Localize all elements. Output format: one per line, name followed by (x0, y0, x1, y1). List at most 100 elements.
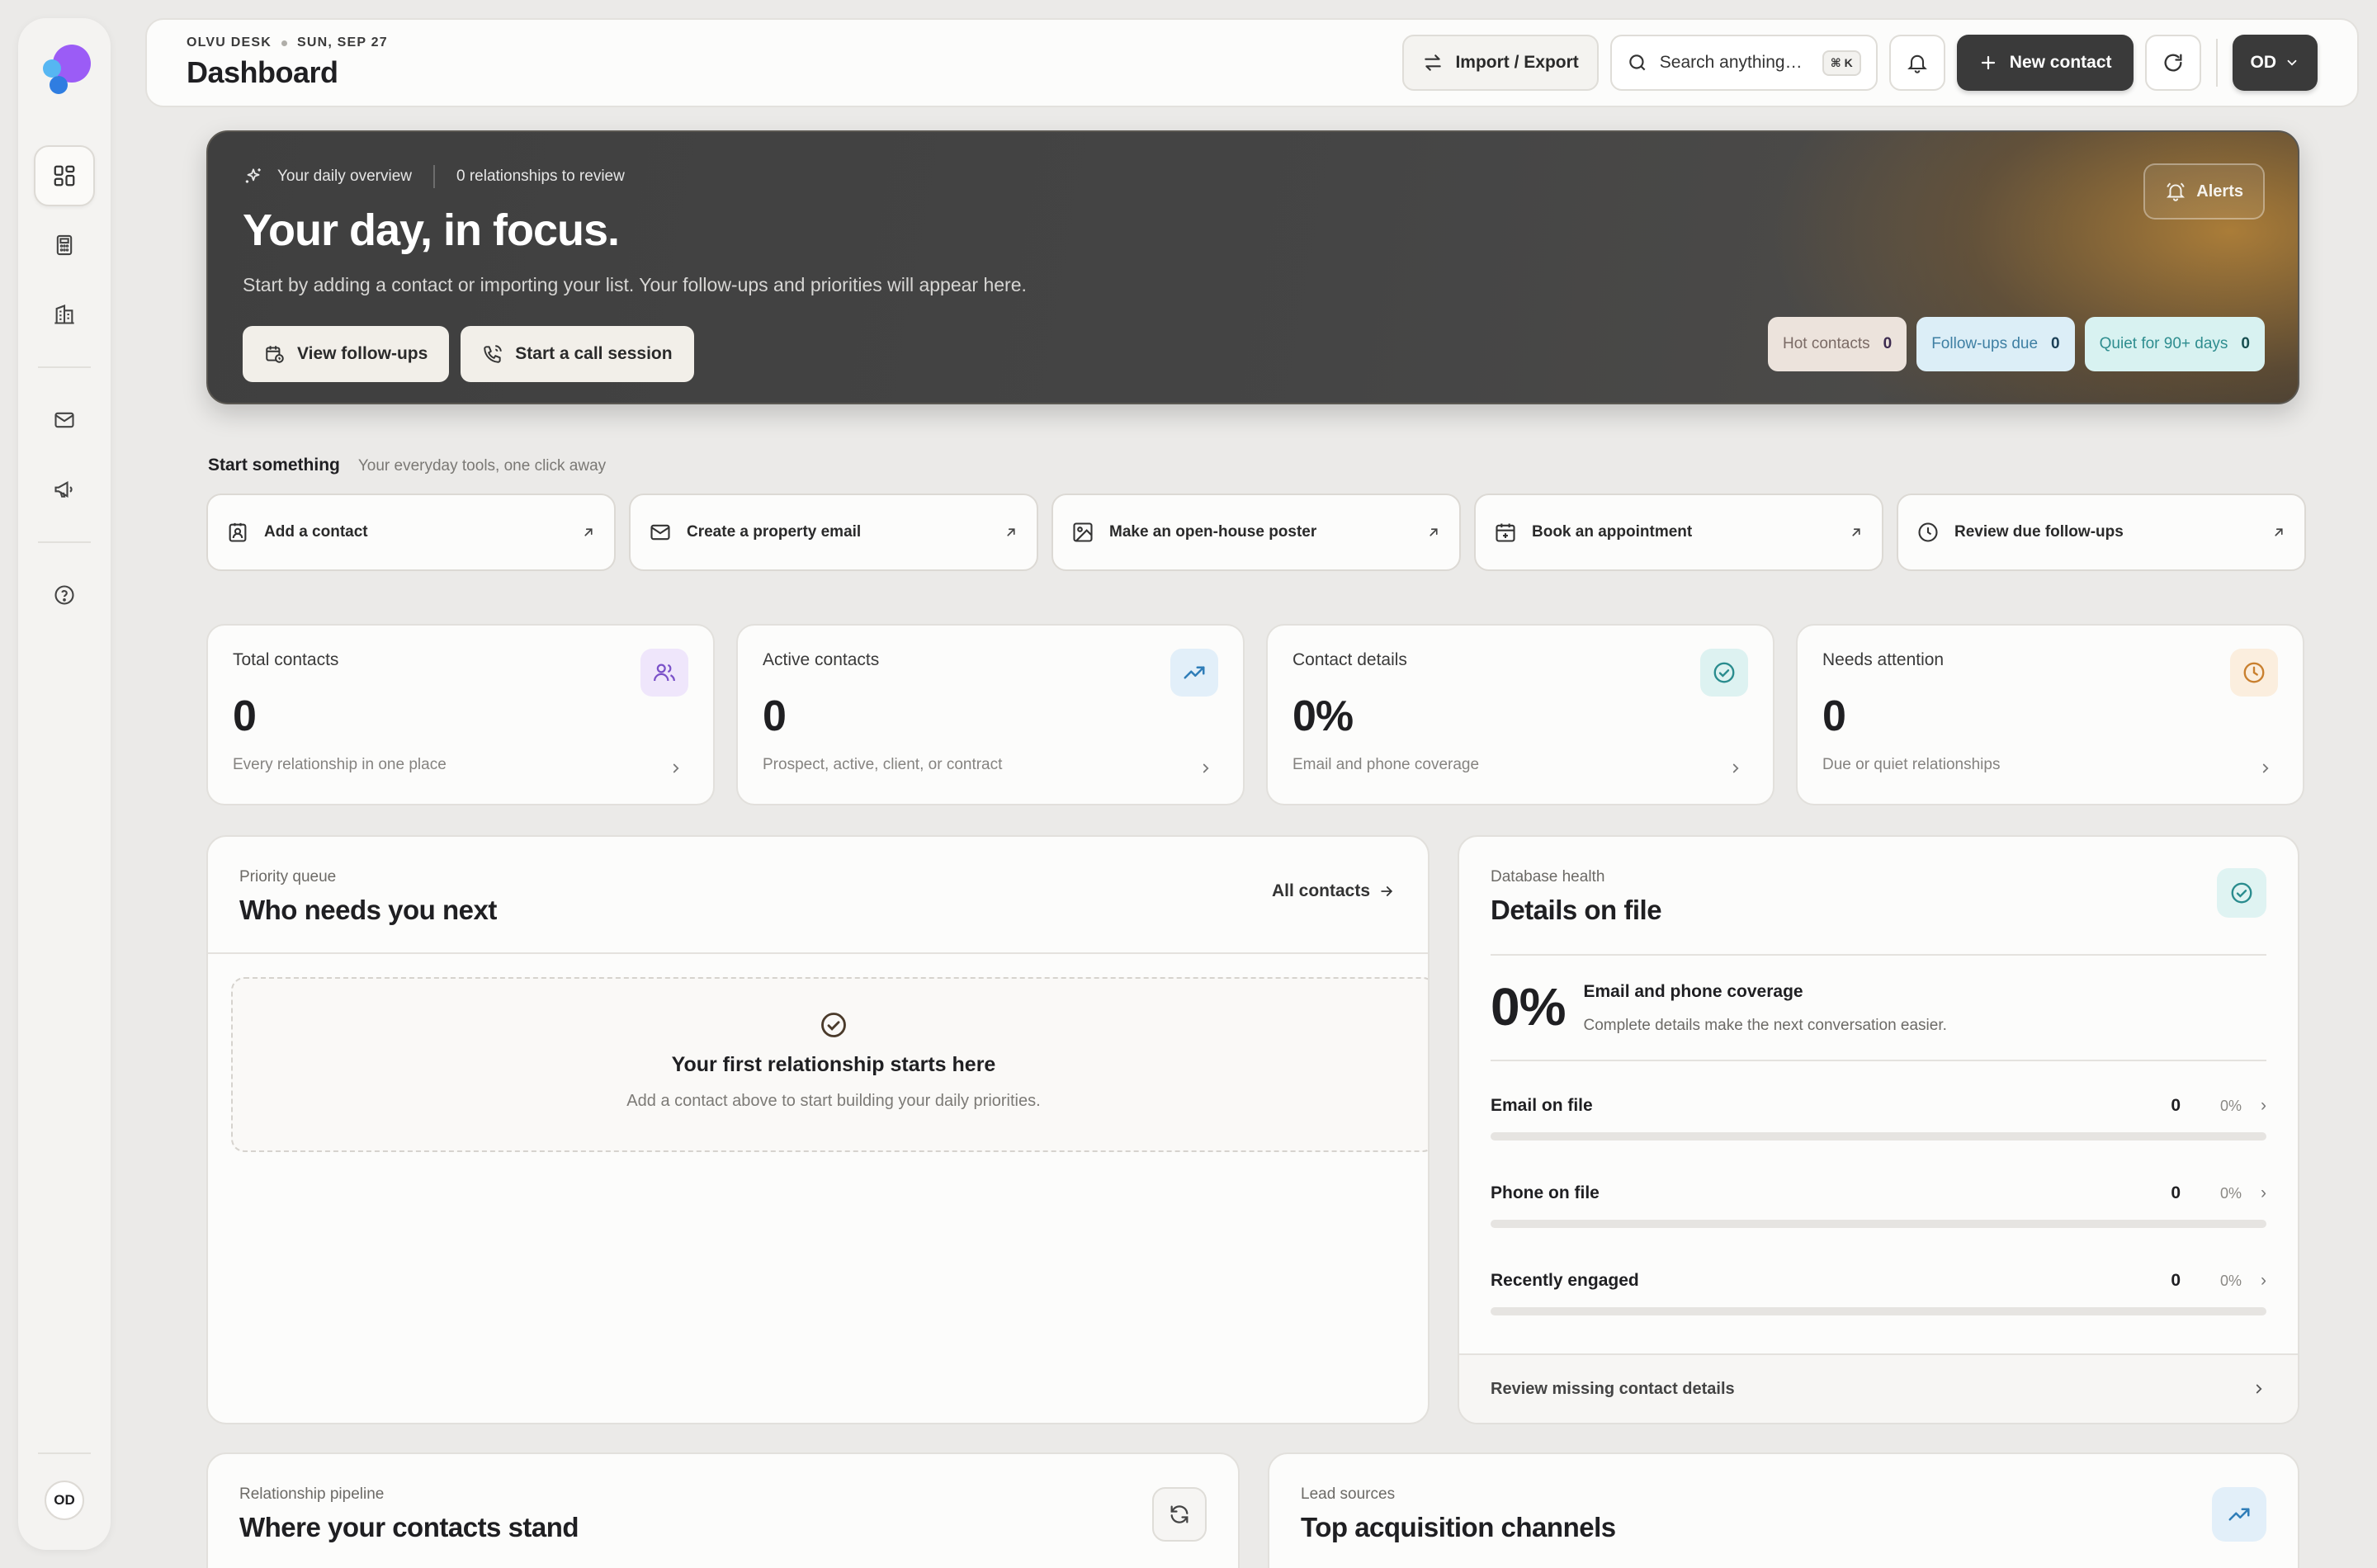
quick-action-review-followups[interactable]: Review due follow-ups (1897, 494, 2306, 571)
refresh-button[interactable] (2144, 35, 2201, 91)
account-menu-button[interactable]: OD (2232, 35, 2318, 91)
stat-value: 0 (763, 692, 787, 740)
stat-card-active-contacts[interactable]: Active contacts 0 Prospect, active, clie… (736, 624, 1245, 805)
separator-dot (281, 40, 287, 46)
stat-value: 0 (1822, 692, 1846, 740)
panel-eyebrow: Priority queue (239, 868, 337, 886)
phone-call-icon (484, 345, 503, 363)
chevron-down-icon (2287, 59, 2297, 66)
coverage-title: Email and phone coverage (1583, 982, 1803, 1001)
sidebar-item-calculator[interactable] (34, 215, 95, 276)
metric-email-on-file[interactable]: Email on file 0 0% › (1491, 1061, 2266, 1149)
empty-state-subtitle: Add a contact above to start building yo… (626, 1092, 1041, 1110)
notifications-button[interactable] (1888, 35, 1945, 91)
panel-header: Priority queue Who needs you next All co… (208, 837, 1428, 954)
stat-card-total-contacts[interactable]: Total contacts 0 Every relationship in o… (206, 624, 715, 805)
pipeline-refresh-button[interactable] (1152, 1487, 1207, 1542)
sidebar-item-help[interactable] (34, 564, 95, 626)
overview-label: Your daily overview (277, 168, 412, 185)
coverage-text: Email and phone coverage Complete detail… (1584, 977, 1947, 1035)
app-logo[interactable] (38, 41, 91, 94)
hero-meta: Your daily overview 0 relationships to r… (243, 165, 2263, 188)
calculator-icon (56, 234, 73, 256)
stat-value: 0 (233, 692, 257, 740)
stat-value: 0% (1292, 692, 1354, 740)
quick-action-label: Book an appointment (1532, 523, 1693, 541)
chip-label: Quiet for 90+ days (2099, 335, 2228, 352)
new-contact-button[interactable]: New contact (1956, 35, 2134, 91)
chevron-right-icon (1732, 763, 1739, 773)
search-input[interactable]: Search anything… ⌘ K (1609, 35, 1878, 91)
metric-count: 0 (2171, 1183, 2181, 1202)
relationship-pipeline-panel: Relationship pipeline Where your contact… (206, 1452, 1240, 1568)
all-contacts-link[interactable]: All contacts (1272, 881, 1395, 901)
chevron-right-icon: › (2261, 1096, 2266, 1115)
alerts-button[interactable]: Alerts (2143, 163, 2265, 220)
sidebar-item-properties[interactable] (34, 284, 95, 345)
metric-phone-on-file[interactable]: Phone on file 0 0% › (1491, 1149, 2266, 1236)
metric-name: Recently engaged (1491, 1271, 1639, 1290)
chevron-right-icon (1203, 763, 1209, 773)
bell-ring-icon (2167, 182, 2186, 201)
stat-sub: Prospect, active, client, or contract (763, 756, 1003, 773)
quick-action-add-contact[interactable]: Add a contact (206, 494, 616, 571)
panel-eyebrow: Database health (1491, 868, 1605, 886)
sidebar-item-marketing[interactable] (34, 459, 95, 520)
empty-state-title: Your first relationship starts here (671, 1053, 996, 1076)
stat-card-needs-attention[interactable]: Needs attention 0 Due or quiet relations… (1796, 624, 2304, 805)
stat-sub: Due or quiet relationships (1822, 756, 2001, 773)
stat-label: Total contacts (233, 650, 339, 669)
metric-count: 0 (2171, 1096, 2181, 1115)
panel-title: Where your contacts stand (239, 1512, 579, 1542)
calendar-icon (1496, 523, 1515, 542)
review-missing-details-link[interactable]: Review missing contact details (1459, 1353, 2298, 1423)
followups-due-chip[interactable]: Follow-ups due 0 (1916, 317, 2075, 371)
panel-title: Details on file (1491, 895, 1662, 925)
coverage-summary: 0% Email and phone coverage Complete det… (1491, 956, 2266, 1061)
search-shortcut-badge: ⌘ K (1822, 50, 1861, 76)
metric-recently-engaged[interactable]: Recently engaged 0 0% › (1491, 1236, 2266, 1324)
quick-action-open-house-poster[interactable]: Make an open-house poster (1051, 494, 1461, 571)
import-export-button[interactable]: Import / Export (1402, 35, 1599, 91)
database-health-panel: Database health Details on file 0% Email… (1458, 835, 2299, 1424)
sidebar-item-dashboard[interactable] (34, 145, 95, 206)
stat-label: Active contacts (763, 650, 880, 669)
panel-header: Lead sources Top acquisition channels (1269, 1454, 2298, 1543)
empty-state: Your first relationship starts here Add … (231, 977, 1428, 1152)
metric-name: Phone on file (1491, 1183, 1600, 1202)
quick-action-property-email[interactable]: Create a property email (629, 494, 1038, 571)
metric-percent: 0% (2219, 1097, 2242, 1114)
arrow-right-icon (1381, 886, 1393, 896)
metric-name: Email on file (1491, 1096, 1593, 1115)
quick-action-label: Make an open-house poster (1109, 523, 1317, 541)
chip-label: Follow-ups due (1931, 335, 2039, 352)
user-avatar[interactable]: OD (45, 1481, 84, 1520)
view-followups-button[interactable]: View follow-ups (243, 326, 450, 382)
coverage-subtitle: Complete details make the next conversat… (1583, 1017, 1947, 1034)
start-call-session-button[interactable]: Start a call session (461, 326, 694, 382)
sidebar-item-email[interactable] (34, 390, 95, 451)
brand-label: OLVU DESK (187, 35, 272, 50)
quick-action-book-appointment[interactable]: Book an appointment (1474, 494, 1883, 571)
hero-title: Your day, in focus. (243, 205, 620, 255)
progress-bar (1491, 1220, 2266, 1228)
mail-icon (54, 412, 74, 428)
daily-overview-hero: Your daily overview 0 relationships to r… (206, 130, 2299, 404)
chevron-right-icon: › (2261, 1183, 2266, 1202)
contact-card-icon (229, 522, 247, 542)
stat-card-contact-details[interactable]: Contact details 0% Email and phone cover… (1266, 624, 1774, 805)
panel-header: Relationship pipeline Where your contact… (208, 1454, 1238, 1543)
stat-icon-badge (640, 649, 688, 697)
chevron-right-icon (673, 763, 679, 773)
quick-actions: Add a contact Create a property email Ma… (206, 494, 2306, 571)
stat-label: Contact details (1292, 650, 1407, 669)
quick-action-label: Add a contact (264, 523, 368, 541)
chip-label: Hot contacts (1783, 335, 1870, 352)
header-eyebrow: OLVU DESK SUN, SEP 27 (187, 35, 388, 50)
hot-contacts-chip[interactable]: Hot contacts 0 (1768, 317, 1907, 371)
priority-queue-panel: Priority queue Who needs you next All co… (206, 835, 1430, 1424)
all-contacts-label: All contacts (1271, 881, 1370, 900)
building-icon (54, 304, 74, 324)
hero-meta-divider (433, 165, 435, 188)
quiet-contacts-chip[interactable]: Quiet for 90+ days 0 (2084, 317, 2265, 371)
